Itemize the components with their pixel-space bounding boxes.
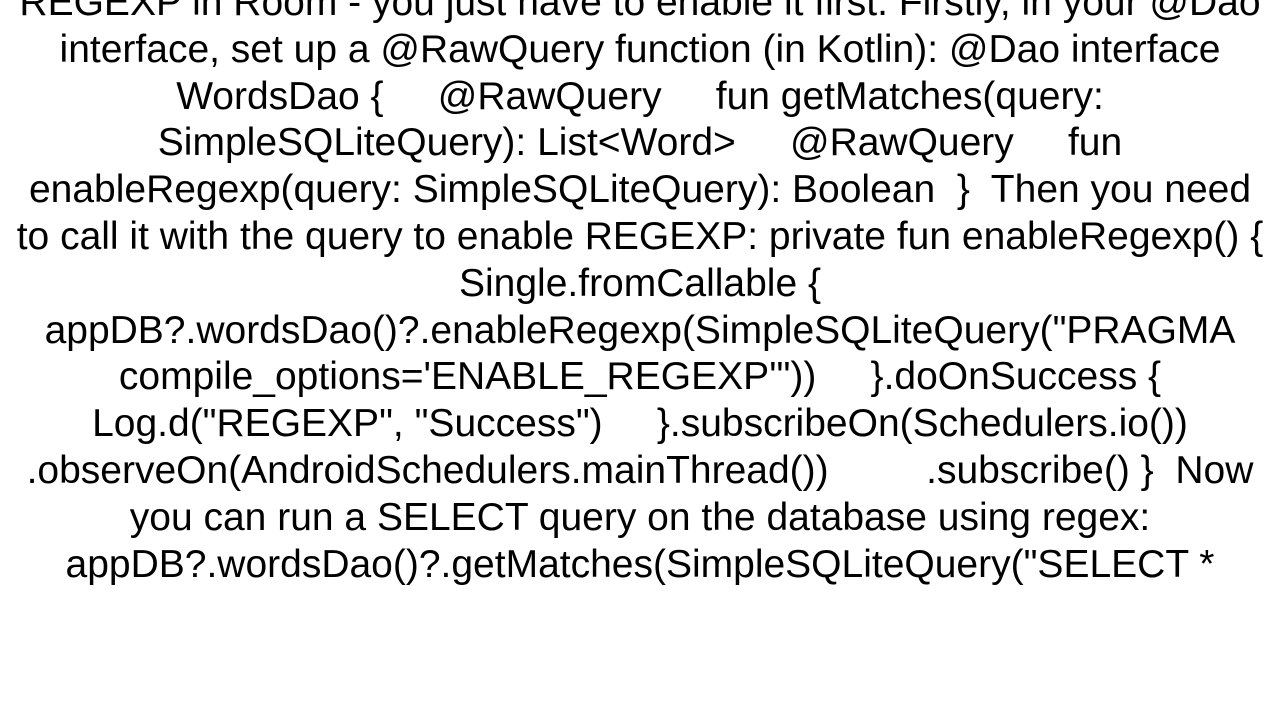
document-body: REGEXP in Room - you just have to enable… [0,0,1280,588]
